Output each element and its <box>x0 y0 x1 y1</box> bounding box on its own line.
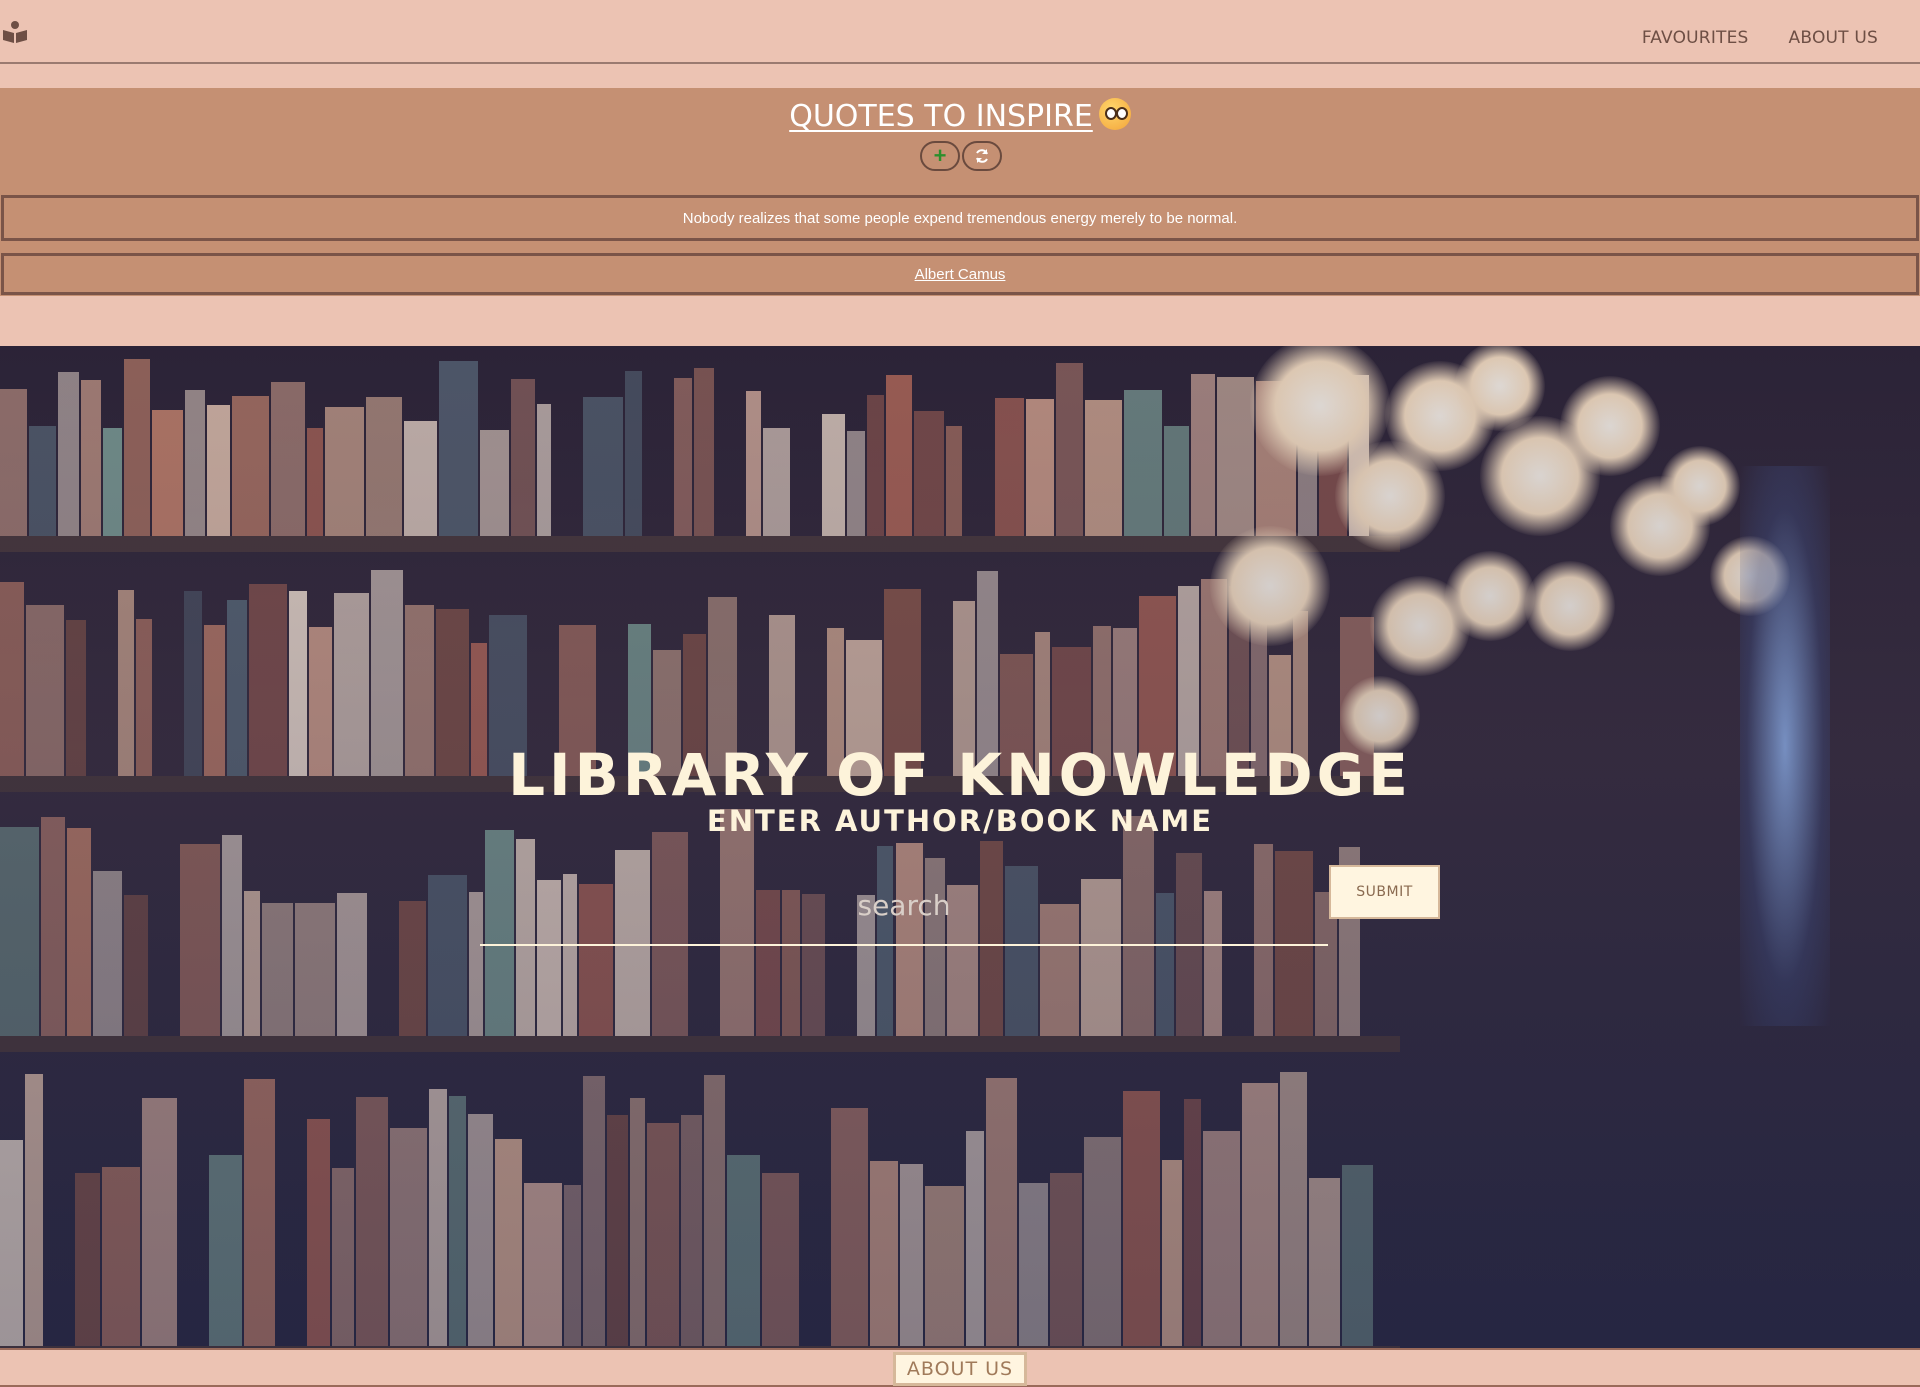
thinking-face-emoji-icon <box>1098 98 1131 130</box>
quote-text: Nobody realizes that some people expend … <box>682 209 1238 227</box>
hero-section: LIBRARY OF KNOWLEDGE ENTER AUTHOR/BOOK N… <box>0 346 1920 1348</box>
search-field-wrapper <box>480 866 1328 946</box>
plus-icon: + <box>933 143 947 168</box>
search-input[interactable] <box>480 866 1328 944</box>
hero-title: LIBRARY OF KNOWLEDGE <box>508 741 1412 809</box>
add-favourite-button[interactable]: + <box>920 141 960 171</box>
quote-title: QUOTES TO INSPIRE <box>0 98 1920 134</box>
refresh-icon <box>976 149 988 163</box>
quote-author-box: Albert Camus <box>1 253 1919 295</box>
quote-title-text: QUOTES TO INSPIRE <box>789 99 1093 134</box>
refresh-quote-button[interactable] <box>962 141 1002 171</box>
hero-overlay <box>0 346 1920 1348</box>
quote-buttons: + <box>920 141 1002 171</box>
hero-subtitle: ENTER AUTHOR/BOOK NAME <box>706 804 1214 838</box>
quote-section: QUOTES TO INSPIRE + Nobody realizes that… <box>0 88 1920 296</box>
nav-link-about-us[interactable]: ABOUT US <box>1789 28 1878 48</box>
nav-link-favourites[interactable]: FAVOURITES <box>1642 28 1749 48</box>
footer-about-us-button[interactable]: ABOUT US <box>893 1352 1027 1386</box>
submit-button[interactable]: SUBMIT <box>1329 865 1440 919</box>
book-reader-icon[interactable] <box>2 20 28 44</box>
nav-links: FAVOURITES ABOUT US <box>1642 28 1878 48</box>
quote-author-link[interactable]: Albert Camus <box>915 266 1006 283</box>
navbar: FAVOURITES ABOUT US <box>0 0 1920 64</box>
footer: ABOUT US <box>0 1348 1920 1387</box>
quote-text-box: Nobody realizes that some people expend … <box>1 195 1919 241</box>
